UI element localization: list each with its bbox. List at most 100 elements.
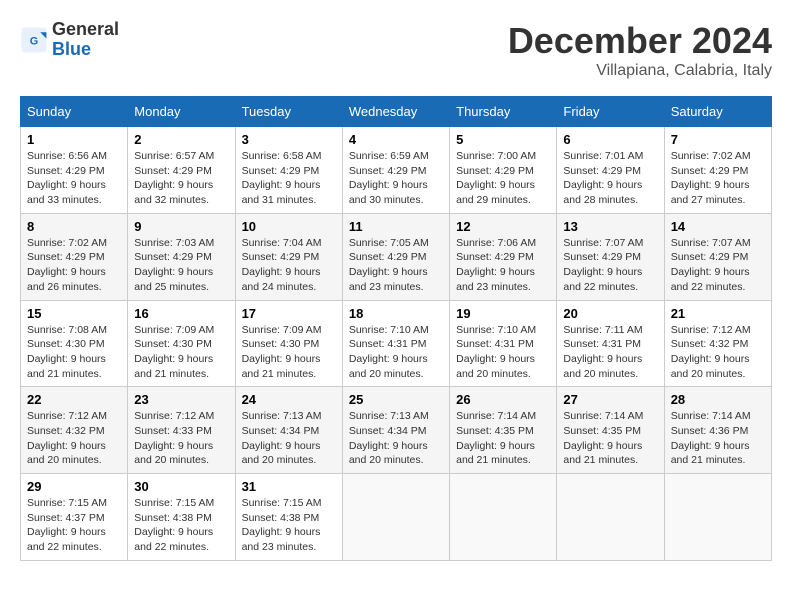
table-row: 7 Sunrise: 7:02 AMSunset: 4:29 PMDaylight… [664,127,771,214]
day-number: 8 [27,219,121,234]
day-info: Sunrise: 7:14 AMSunset: 4:36 PMDaylight:… [671,409,765,468]
table-row [557,474,664,561]
day-info: Sunrise: 7:06 AMSunset: 4:29 PMDaylight:… [456,236,550,295]
day-info: Sunrise: 7:05 AMSunset: 4:29 PMDaylight:… [349,236,443,295]
day-info: Sunrise: 6:57 AMSunset: 4:29 PMDaylight:… [134,149,228,208]
day-number: 28 [671,392,765,407]
day-number: 9 [134,219,228,234]
table-row: 15Sunrise: 7:08 AMSunset: 4:30 PMDayligh… [21,300,128,387]
col-thursday: Thursday [450,97,557,127]
table-row: 3 Sunrise: 6:58 AMSunset: 4:29 PMDaylight… [235,127,342,214]
table-row: 21Sunrise: 7:12 AMSunset: 4:32 PMDayligh… [664,300,771,387]
day-info: Sunrise: 7:13 AMSunset: 4:34 PMDaylight:… [242,409,336,468]
day-info: Sunrise: 7:12 AMSunset: 4:32 PMDaylight:… [27,409,121,468]
day-number: 15 [27,306,121,321]
title-block: December 2024 Villapiana, Calabria, Ital… [508,20,772,80]
day-info: Sunrise: 7:14 AMSunset: 4:35 PMDaylight:… [456,409,550,468]
calendar-header-row: Sunday Monday Tuesday Wednesday Thursday… [21,97,772,127]
table-row: 16 Sunrise: 7:09 AMSunset: 4:30 PMDayligh… [128,300,235,387]
col-wednesday: Wednesday [342,97,449,127]
day-number: 16 [134,306,228,321]
logo: G General Blue [20,20,119,60]
table-row: 18Sunrise: 7:10 AMSunset: 4:31 PMDayligh… [342,300,449,387]
table-row: 12 Sunrise: 7:06 AMSunset: 4:29 PMDayligh… [450,213,557,300]
day-number: 3 [242,132,336,147]
day-info: Sunrise: 6:56 AMSunset: 4:29 PMDaylight:… [27,149,121,208]
day-number: 21 [671,306,765,321]
day-info: Sunrise: 7:07 AMSunset: 4:29 PMDaylight:… [671,236,765,295]
table-row [450,474,557,561]
day-number: 12 [456,219,550,234]
table-row: 6 Sunrise: 7:01 AMSunset: 4:29 PMDaylight… [557,127,664,214]
table-row: 13 Sunrise: 7:07 AMSunset: 4:29 PMDayligh… [557,213,664,300]
table-row: 29Sunrise: 7:15 AMSunset: 4:37 PMDayligh… [21,474,128,561]
table-row: 22 Sunrise: 7:12 AMSunset: 4:32 PMDayligh… [21,387,128,474]
table-row: 28 Sunrise: 7:14 AMSunset: 4:36 PMDayligh… [664,387,771,474]
day-number: 2 [134,132,228,147]
col-monday: Monday [128,97,235,127]
calendar-week-row: 8 Sunrise: 7:02 AMSunset: 4:29 PMDaylight… [21,213,772,300]
day-number: 1 [27,132,121,147]
day-info: Sunrise: 7:09 AMSunset: 4:30 PMDaylight:… [134,323,228,382]
day-info: Sunrise: 7:14 AMSunset: 4:35 PMDaylight:… [563,409,657,468]
day-info: Sunrise: 7:03 AMSunset: 4:29 PMDaylight:… [134,236,228,295]
page-header: G General Blue December 2024 Villapiana,… [20,20,772,80]
location-subtitle: Villapiana, Calabria, Italy [508,62,772,80]
table-row: 20Sunrise: 7:11 AMSunset: 4:31 PMDayligh… [557,300,664,387]
table-row: 19Sunrise: 7:10 AMSunset: 4:31 PMDayligh… [450,300,557,387]
table-row: 8 Sunrise: 7:02 AMSunset: 4:29 PMDaylight… [21,213,128,300]
day-info: Sunrise: 7:02 AMSunset: 4:29 PMDaylight:… [27,236,121,295]
col-sunday: Sunday [21,97,128,127]
col-friday: Friday [557,97,664,127]
calendar-week-row: 1 Sunrise: 6:56 AMSunset: 4:29 PMDaylight… [21,127,772,214]
day-number: 20 [563,306,657,321]
day-number: 11 [349,219,443,234]
day-info: Sunrise: 7:00 AMSunset: 4:29 PMDaylight:… [456,149,550,208]
day-info: Sunrise: 7:10 AMSunset: 4:31 PMDaylight:… [349,323,443,382]
day-info: Sunrise: 7:13 AMSunset: 4:34 PMDaylight:… [349,409,443,468]
table-row: 2 Sunrise: 6:57 AMSunset: 4:29 PMDaylight… [128,127,235,214]
svg-text:G: G [30,35,38,47]
table-row [664,474,771,561]
table-row: 17 Sunrise: 7:09 AMSunset: 4:30 PMDayligh… [235,300,342,387]
table-row: 27 Sunrise: 7:14 AMSunset: 4:35 PMDayligh… [557,387,664,474]
table-row: 24 Sunrise: 7:13 AMSunset: 4:34 PMDayligh… [235,387,342,474]
day-number: 29 [27,479,121,494]
table-row: 31Sunrise: 7:15 AMSunset: 4:38 PMDayligh… [235,474,342,561]
table-row: 11 Sunrise: 7:05 AMSunset: 4:29 PMDayligh… [342,213,449,300]
day-number: 5 [456,132,550,147]
day-info: Sunrise: 7:01 AMSunset: 4:29 PMDaylight:… [563,149,657,208]
day-number: 14 [671,219,765,234]
table-row: 26 Sunrise: 7:14 AMSunset: 4:35 PMDayligh… [450,387,557,474]
logo-blue-text: Blue [52,39,91,59]
day-info: Sunrise: 7:07 AMSunset: 4:29 PMDaylight:… [563,236,657,295]
day-number: 4 [349,132,443,147]
table-row: 14 Sunrise: 7:07 AMSunset: 4:29 PMDayligh… [664,213,771,300]
day-number: 27 [563,392,657,407]
calendar-week-row: 22 Sunrise: 7:12 AMSunset: 4:32 PMDayligh… [21,387,772,474]
day-info: Sunrise: 7:02 AMSunset: 4:29 PMDaylight:… [671,149,765,208]
day-number: 24 [242,392,336,407]
day-number: 19 [456,306,550,321]
logo-general-text: General [52,19,119,39]
day-number: 26 [456,392,550,407]
day-number: 22 [27,392,121,407]
day-number: 17 [242,306,336,321]
day-number: 7 [671,132,765,147]
day-number: 23 [134,392,228,407]
table-row: 4 Sunrise: 6:59 AMSunset: 4:29 PMDaylight… [342,127,449,214]
col-saturday: Saturday [664,97,771,127]
logo-icon: G [20,26,48,54]
day-info: Sunrise: 6:59 AMSunset: 4:29 PMDaylight:… [349,149,443,208]
table-row: 23 Sunrise: 7:12 AMSunset: 4:33 PMDayligh… [128,387,235,474]
day-info: Sunrise: 7:12 AMSunset: 4:33 PMDaylight:… [134,409,228,468]
calendar-week-row: 29Sunrise: 7:15 AMSunset: 4:37 PMDayligh… [21,474,772,561]
table-row: 9 Sunrise: 7:03 AMSunset: 4:29 PMDaylight… [128,213,235,300]
day-info: Sunrise: 6:58 AMSunset: 4:29 PMDaylight:… [242,149,336,208]
day-number: 6 [563,132,657,147]
day-number: 30 [134,479,228,494]
day-number: 13 [563,219,657,234]
day-info: Sunrise: 7:15 AMSunset: 4:38 PMDaylight:… [242,496,336,555]
day-info: Sunrise: 7:09 AMSunset: 4:30 PMDaylight:… [242,323,336,382]
table-row: 5 Sunrise: 7:00 AMSunset: 4:29 PMDaylight… [450,127,557,214]
